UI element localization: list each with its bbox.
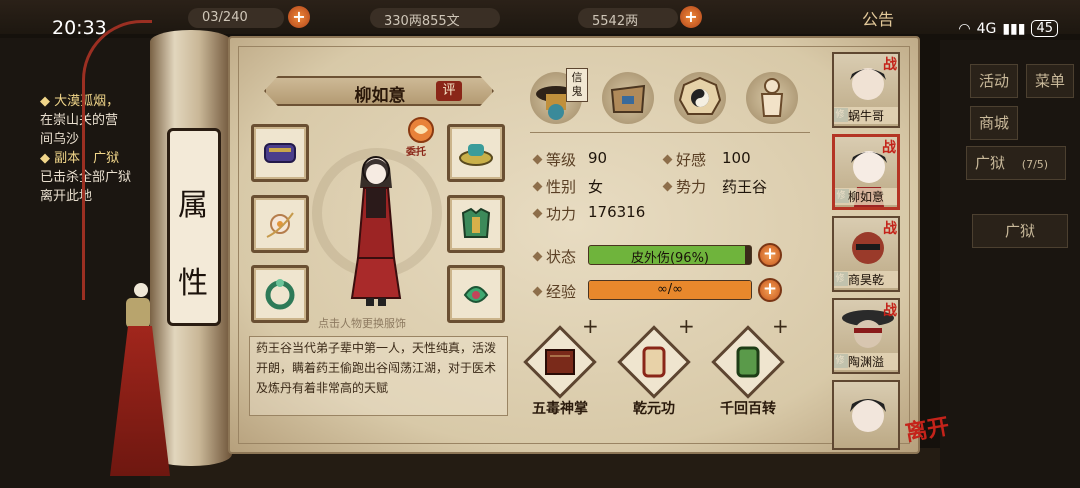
equip-slot-ring[interactable] [251, 265, 309, 323]
exp-label: 经验 [546, 283, 577, 301]
menu-button[interactable]: 菜单 [1026, 64, 1074, 98]
gold-counter: 5542两 [578, 8, 678, 29]
skill-name: 乾元功 [633, 401, 675, 417]
tassel-cord [82, 20, 152, 300]
dungeon-label: 广狱 [975, 154, 1006, 172]
bag-icon [610, 84, 646, 113]
notice-button[interactable]: 公告 [862, 6, 894, 30]
shop-button[interactable]: 商城 [970, 106, 1018, 140]
affinity-value: 100 [722, 149, 751, 167]
power-value: 176316 [588, 203, 646, 221]
status-icons: ◠ 4G ▮▮▮ 45 [958, 20, 1058, 37]
add-stamina-button[interactable]: + [288, 6, 310, 28]
scroll-icon [642, 346, 666, 378]
skill-add-icon[interactable]: + [678, 314, 695, 338]
gloves-icon [264, 143, 296, 163]
status-bar: 皮外伤(96%) [588, 245, 752, 265]
party-member-card[interactable] [832, 380, 900, 450]
equip-slot-flower[interactable] [251, 195, 309, 253]
party-member-card[interactable]: 战 修 蜗牛哥 [832, 52, 900, 128]
equip-slot-armor[interactable] [447, 195, 505, 253]
party-member-card[interactable]: 战 修 柳如意 [832, 134, 900, 210]
faction-value: 药王谷 [722, 178, 768, 196]
add-gold-button[interactable]: + [680, 6, 702, 28]
tab-bag[interactable] [602, 72, 654, 124]
tassel-bead [134, 283, 148, 297]
party-member-name: 蜗牛哥 [834, 107, 898, 124]
battle-tag: 战 [883, 57, 897, 73]
green-scroll-icon [736, 346, 760, 378]
status-label: 状态 [546, 248, 577, 266]
bottom-nav [150, 448, 940, 488]
skill-add-icon[interactable]: + [772, 314, 789, 338]
party-member-name: 商昊乾 [834, 271, 898, 288]
hat-icon [459, 144, 493, 166]
equip-slot-gloves[interactable] [251, 124, 309, 182]
equip-slot-accessory[interactable] [447, 265, 505, 323]
skill-name: 千回百转 [720, 401, 776, 417]
skill-slot-1[interactable] [523, 325, 597, 399]
battery-icon: 45 [1031, 20, 1058, 37]
stamina-counter: 03/240 [188, 8, 284, 28]
xin-gui-tag: 信 鬼 [566, 68, 588, 102]
affinity-label: 好感 [676, 151, 707, 169]
dungeon-count: (7/5) [1021, 158, 1049, 171]
tab-bagua[interactable] [674, 72, 726, 124]
character-name: 柳如意 [354, 86, 406, 106]
party-member-name: 陶渊溢 [834, 353, 898, 370]
delegate-label: 委托 [406, 147, 426, 158]
top-resource-bar [0, 0, 1080, 34]
power-label: 功力 [546, 205, 577, 223]
bagua-icon [678, 76, 722, 115]
armor-icon [461, 207, 491, 238]
silver-counter: 330两855文 [370, 8, 500, 29]
level-value: 90 [588, 149, 608, 167]
dungeon-button[interactable]: 广狱 [972, 214, 1068, 248]
skill-name: 五毒神掌 [532, 401, 588, 417]
faction-label: 势力 [676, 178, 707, 196]
tab-meridian[interactable] [746, 72, 798, 124]
gender-label: 性别 [546, 178, 577, 196]
ring-icon [265, 279, 295, 310]
signal-icon: ▮▮▮ [1002, 20, 1026, 37]
level-label: 等级 [546, 151, 577, 169]
jade-pendant-icon [463, 286, 489, 303]
skill-add-icon[interactable]: + [582, 314, 599, 338]
tassel-knot [126, 298, 150, 328]
change-outfit-hint: 点击人物更换服饰 [318, 317, 406, 330]
wifi-icon: ◠ [958, 20, 971, 37]
exp-text: ∞/∞ [656, 282, 684, 297]
portrait-icon [850, 399, 886, 432]
flower-ornament-icon [266, 212, 294, 238]
heal-button[interactable]: + [758, 243, 782, 267]
character-description: 药王谷当代弟子辈中第一人，天性纯真，活泼开朗，瞒着药王偷跑出谷闯荡江湖，对于医术… [256, 341, 497, 395]
add-exp-button[interactable]: + [758, 278, 782, 302]
scroll-title-char: 属 [178, 188, 208, 223]
clock: 20:33 [52, 17, 107, 39]
party-member-card[interactable]: 战 修 商昊乾 [832, 216, 900, 292]
meridian-body-icon [760, 78, 784, 117]
scroll-book-icon [545, 349, 575, 375]
gender-value: 女 [588, 178, 604, 196]
character-avatar[interactable] [336, 148, 416, 308]
party-member-card[interactable]: 战 修 陶渊溢 [832, 298, 900, 374]
network-label: 4G [976, 20, 997, 37]
scroll-title-char: 性 [178, 266, 208, 301]
activity-button[interactable]: 活动 [970, 64, 1018, 98]
skill-slot-3[interactable] [711, 325, 785, 399]
skill-slot-2[interactable] [617, 325, 691, 399]
battle-tag: 战 [883, 303, 897, 319]
dungeon-tracker[interactable]: 广狱 (7/5) [966, 146, 1066, 180]
stats-divider [530, 132, 810, 133]
equip-slot-hat[interactable] [447, 124, 505, 182]
rate-button[interactable]: 评 [436, 81, 462, 101]
battle-tag: 战 [883, 221, 897, 237]
exp-bar: ∞/∞ [588, 280, 752, 300]
party-member-name: 柳如意 [835, 188, 897, 205]
status-text: 皮外伤(96%) [630, 251, 710, 265]
battle-tag: 战 [882, 140, 896, 156]
